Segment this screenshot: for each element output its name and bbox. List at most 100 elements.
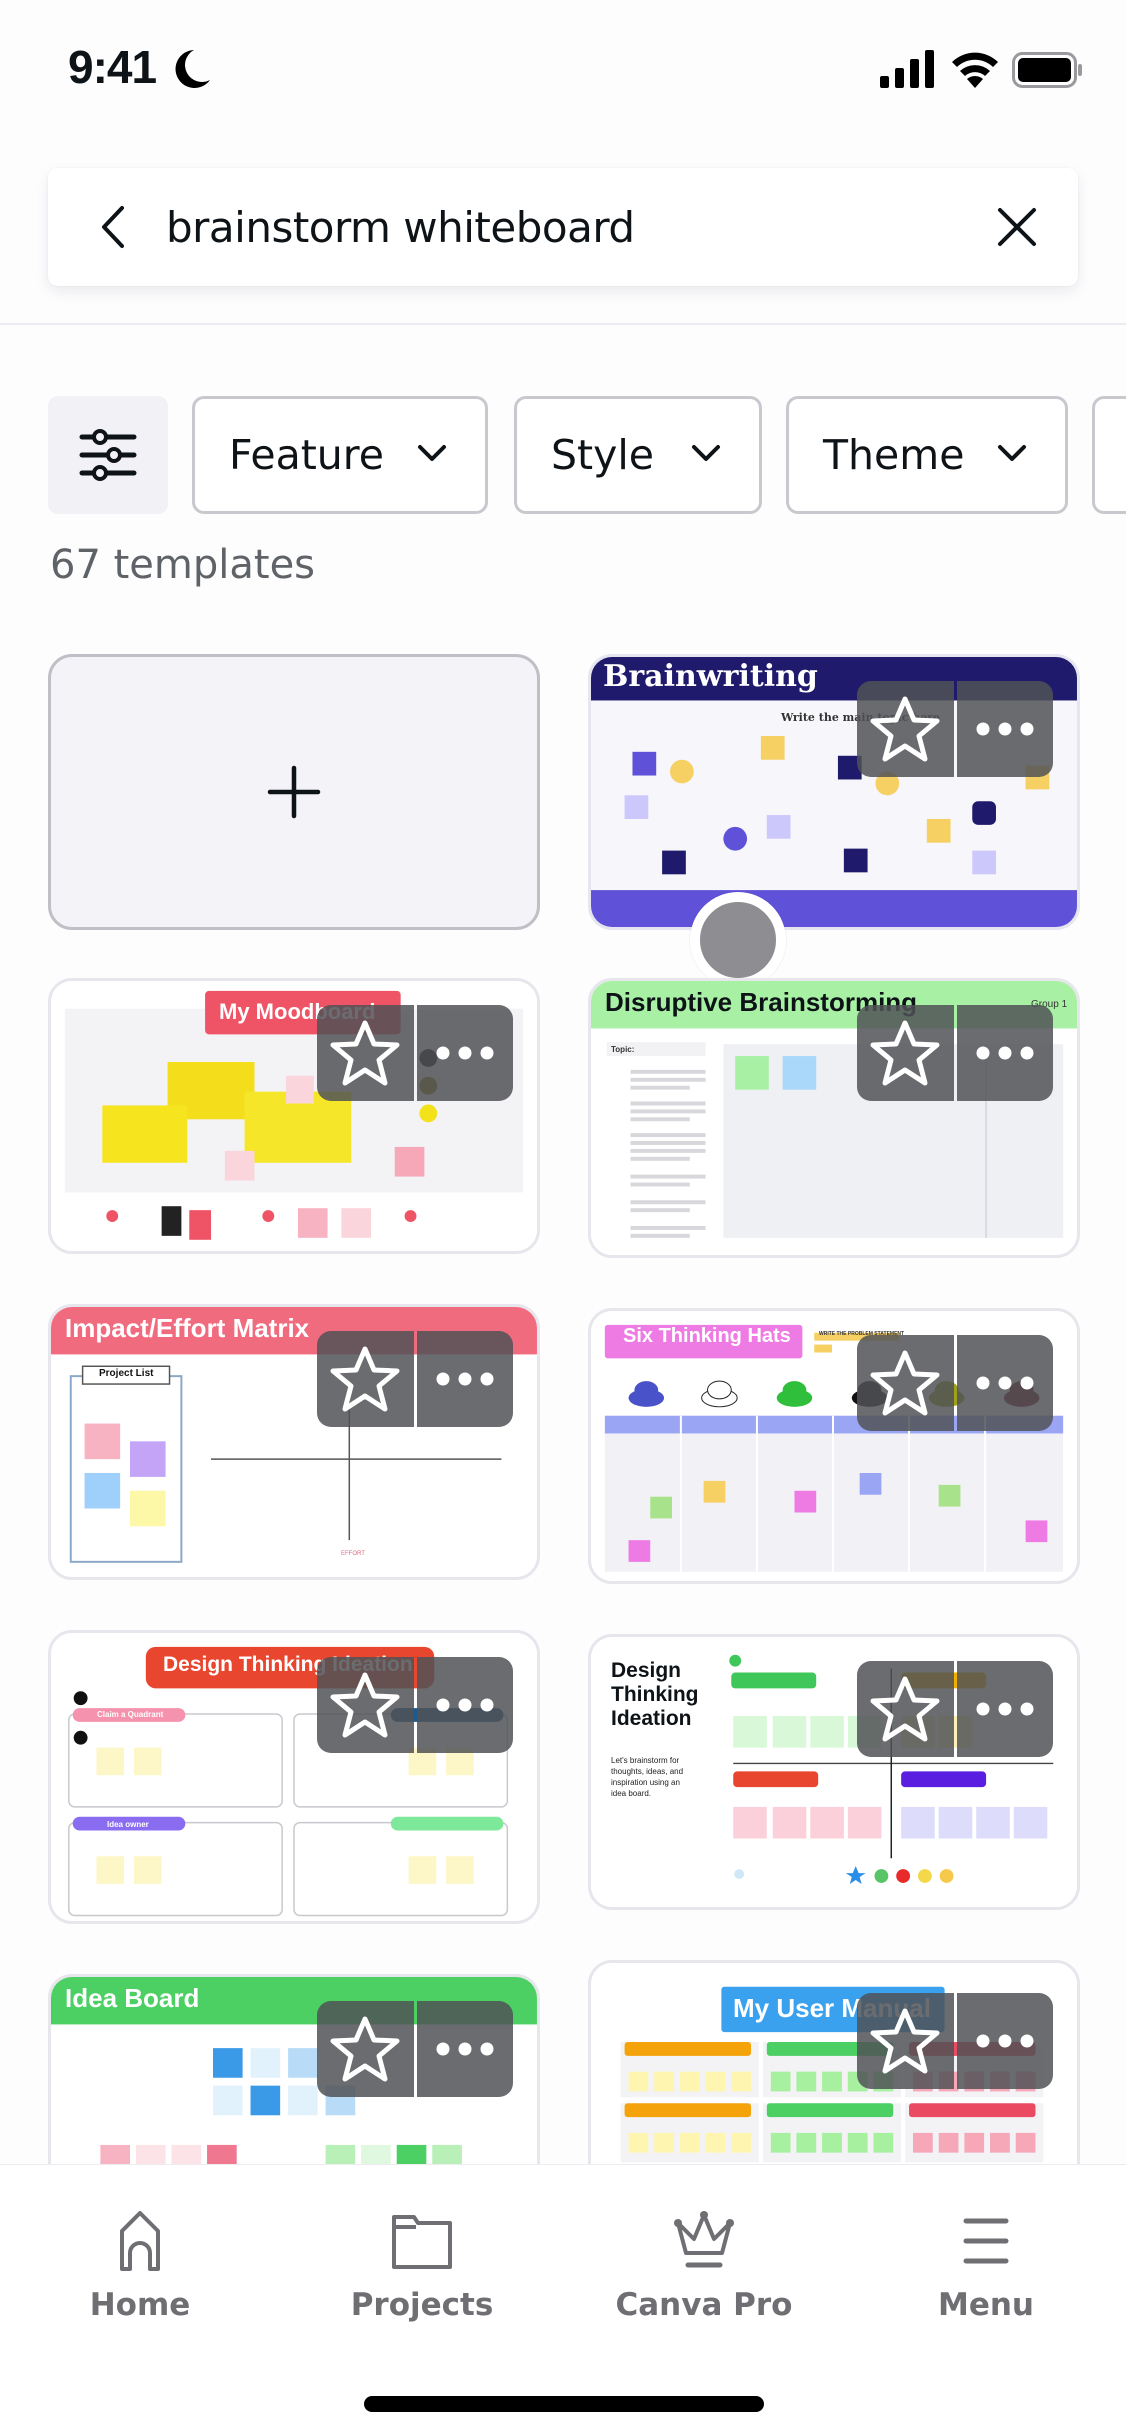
filter-chip-feature[interactable]: Feature [192,396,488,514]
template-actions [317,1005,513,1101]
chevron-left-icon[interactable] [88,200,142,254]
template-description: Let's brainstorm for thoughts, ideas, an… [611,1756,684,1798]
template-actions [857,681,1053,777]
filter-chip-style[interactable]: Style [514,396,762,514]
favorite-button[interactable] [317,1657,414,1753]
nav-label: Home [89,2287,191,2323]
moon-icon [175,50,210,88]
template-card-six-thinking-hats[interactable]: Six Thinking Hats WRITE THE PROBLEM STAT… [588,1308,1080,1584]
result-count: 67 templates [50,542,316,588]
star-icon [330,2016,400,2082]
more-horizontal-icon [976,1702,1034,1716]
nav-canva-pro[interactable]: Canva Pro [604,2209,804,2339]
wifi-icon [952,52,998,88]
status-time: 9:41 [68,41,157,93]
home-indicator[interactable] [364,2396,764,2412]
signal-icon [880,50,934,88]
more-horizontal-icon [976,2034,1034,2048]
template-card-design-thinking-ideation[interactable]: Design Thinking Ideation Claim a Quadran… [48,1630,540,1924]
hamburger-icon [963,2218,1009,2264]
template-card-disruptive-brainstorming[interactable]: Disruptive Brainstorming Group 1 Topic: [588,978,1080,1258]
template-actions [857,1335,1053,1431]
more-horizontal-icon [976,1376,1034,1390]
filter-chip-label: Feature [229,431,384,479]
filter-settings-button[interactable] [48,396,168,514]
favorite-button[interactable] [857,681,954,777]
nav-projects[interactable]: Projects [322,2209,522,2339]
search-results-screen: 9:41 brainstorm whiteboard Feature Style… [0,0,1126,2436]
filter-chip-label: Theme [823,431,965,479]
template-actions [857,1661,1053,1757]
filter-chip-more[interactable] [1092,396,1126,514]
more-options-button[interactable] [416,2001,513,2097]
template-x-axis-label: EFFORT [341,1551,365,1557]
more-options-button[interactable] [956,1993,1053,2089]
more-options-button[interactable] [956,1661,1053,1757]
filter-bar: Feature Style Theme [48,396,1126,516]
more-options-button[interactable] [956,1005,1053,1101]
search-input[interactable] [166,190,986,264]
filter-chip-theme[interactable]: Theme [786,396,1068,514]
star-icon [330,1672,400,1738]
favorite-button[interactable] [317,2001,414,2097]
template-list-label: Project List [99,1368,154,1379]
template-topic-label: Topic: [611,1045,635,1054]
search-bar [48,168,1078,286]
template-actions [317,1657,513,1753]
template-actions [317,2001,513,2097]
sliders-icon [79,429,137,481]
template-quadrant-label: Idea owner [107,1820,149,1829]
nav-home[interactable]: Home [40,2209,240,2339]
scroll-indicator[interactable] [690,892,786,988]
more-horizontal-icon [436,1372,494,1386]
star-icon [330,1020,400,1086]
chevron-down-icon [998,445,1026,461]
more-options-button[interactable] [956,1335,1053,1431]
more-horizontal-icon [436,1698,494,1712]
battery-icon [1012,52,1082,88]
favorite-button[interactable] [857,1005,954,1101]
template-card-impact-effort-matrix[interactable]: Impact/Effort Matrix Project List EFFORT [48,1304,540,1580]
star-icon [870,696,940,762]
template-title: Six Thinking Hats [623,1325,791,1347]
nav-label: Projects [350,2287,494,2323]
template-card-my-moodboard[interactable]: My Moodboard [48,978,540,1254]
status-bar: 9:41 [0,0,1126,140]
star-icon [330,1346,400,1412]
favorite-button[interactable] [317,1005,414,1101]
template-actions [857,1005,1053,1101]
create-blank-button[interactable] [48,654,540,930]
favorite-button[interactable] [857,1993,954,2089]
more-options-button[interactable] [416,1331,513,1427]
star-icon [870,2008,940,2074]
more-horizontal-icon [436,1046,494,1060]
template-actions [857,1993,1053,2089]
favorite-button[interactable] [857,1661,954,1757]
folder-icon [392,2215,452,2269]
star-icon [870,1020,940,1086]
template-card-brainwriting[interactable]: Brainwriting Write the main topic here [588,654,1080,930]
close-icon[interactable] [990,200,1044,254]
template-actions [317,1331,513,1427]
chevron-down-icon [418,445,446,461]
template-quadrant-label: Claim a Quadrant [97,1710,164,1719]
chevron-down-icon [692,445,720,461]
more-options-button[interactable] [416,1005,513,1101]
template-card-design-thinking-ideation-board[interactable]: Design Thinking Ideation Let's brainstor… [588,1634,1080,1910]
template-title: Idea Board [65,1983,200,2013]
more-horizontal-icon [976,722,1034,736]
favorite-button[interactable] [857,1335,954,1431]
favorite-button[interactable] [317,1331,414,1427]
home-icon [120,2211,160,2271]
crown-icon [674,2211,734,2268]
more-horizontal-icon [436,2042,494,2056]
nav-label: Menu [937,2287,1034,2323]
nav-menu[interactable]: Menu [886,2209,1086,2339]
filter-chip-label: Style [551,431,654,479]
more-options-button[interactable] [416,1657,513,1753]
plus-icon [267,765,321,819]
star-icon [870,1676,940,1742]
nav-label: Canva Pro [615,2287,793,2323]
more-options-button[interactable] [956,681,1053,777]
search-header [0,140,1126,325]
